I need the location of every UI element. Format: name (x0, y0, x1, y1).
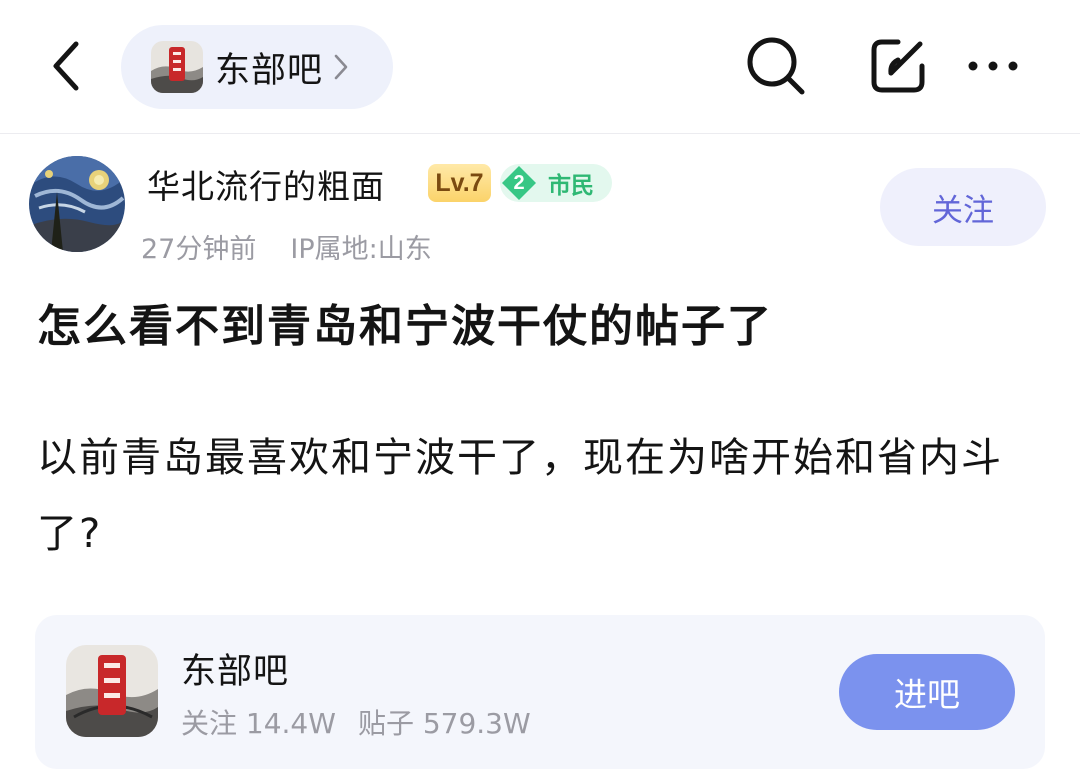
more-horizontal-icon (968, 61, 1018, 71)
level-badge: Lv.7 (428, 164, 491, 202)
post-meta: 27分钟前 IP属地:山东 (141, 227, 432, 266)
search-icon (747, 37, 805, 95)
post-time: 27分钟前 (141, 234, 257, 265)
forum-card-name: 东部吧 (181, 652, 290, 692)
search-button[interactable] (744, 34, 808, 98)
rank-diamond-icon: 2 (500, 164, 538, 202)
forum-pill-button[interactable]: 东部吧 (121, 25, 393, 109)
forum-post-count: 贴子 579.3W (357, 707, 531, 740)
forum-logo (151, 41, 203, 93)
forum-card-logo (66, 645, 158, 737)
forum-card-stats: 关注 14.4W 贴子 579.3W (181, 702, 553, 742)
back-button[interactable] (38, 36, 94, 96)
rank-badge: 2 市民 (500, 164, 612, 202)
chevron-right-icon (333, 53, 349, 81)
enter-forum-button[interactable]: 进吧 (839, 654, 1015, 730)
forum-card[interactable]: 东部吧 关注 14.4W 贴子 579.3W 进吧 (35, 615, 1045, 769)
rank-title: 市民 (548, 173, 594, 199)
ip-location: IP属地:山东 (290, 234, 432, 265)
author-name[interactable]: 华北流行的粗面 (147, 160, 385, 208)
forum-name: 东部吧 (215, 50, 324, 91)
follow-button[interactable]: 关注 (880, 168, 1046, 246)
rank-number: 2 (513, 171, 525, 194)
share-button[interactable] (866, 34, 930, 98)
share-icon (871, 39, 925, 93)
forum-followers: 关注 14.4W (181, 707, 336, 740)
author-avatar[interactable] (29, 156, 125, 252)
more-button[interactable] (961, 34, 1025, 98)
top-navigation-bar: 东部吧 (0, 0, 1080, 134)
chevron-left-icon (53, 41, 79, 91)
post-body: 以前青岛最喜欢和宁波干了，现在为啥开始和省内斗了? (37, 435, 1003, 557)
post-title: 怎么看不到青岛和宁波干仗的帖子了 (37, 301, 773, 352)
